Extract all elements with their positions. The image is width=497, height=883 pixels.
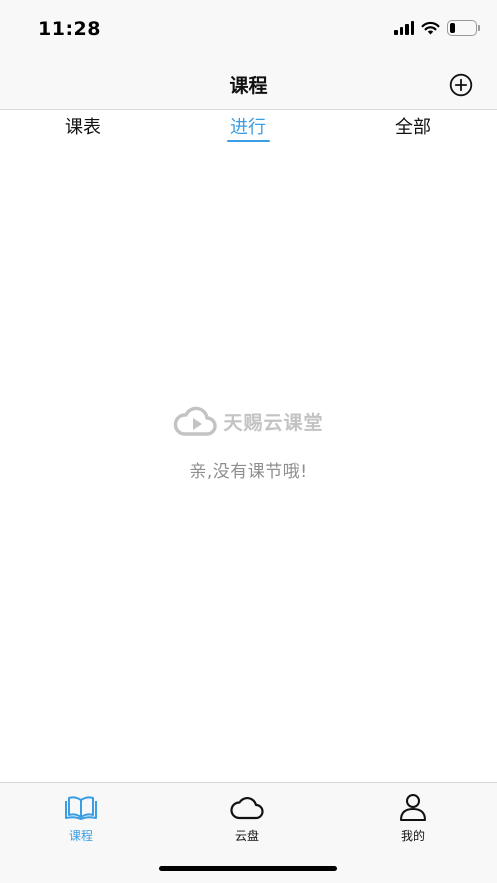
tab-bar-item-profile[interactable]: 我的 bbox=[363, 793, 463, 844]
empty-state: 天赐云课堂 亲,没有课节哦! bbox=[0, 405, 497, 482]
tab-bar-label-cloud-drive: 云盘 bbox=[234, 829, 259, 843]
tab-ongoing[interactable]: 进行 bbox=[188, 113, 308, 139]
page-title: 课程 bbox=[229, 75, 268, 97]
cloud-play-icon bbox=[174, 406, 218, 436]
plus-circle-icon bbox=[449, 73, 473, 97]
tab-bar-item-cloud-drive[interactable]: 云盘 bbox=[197, 793, 297, 844]
battery-level bbox=[450, 23, 456, 33]
battery-icon bbox=[447, 20, 480, 36]
tab-bar-label-courses: 课程 bbox=[68, 829, 93, 843]
cloud-icon bbox=[230, 796, 264, 820]
tab-bar-item-courses[interactable]: 课程 bbox=[31, 793, 131, 844]
app-logo: 天赐云课堂 bbox=[173, 405, 323, 437]
status-icons bbox=[394, 20, 480, 36]
book-icon bbox=[65, 796, 97, 820]
status-time: 11:28 bbox=[38, 18, 101, 40]
cellular-signal-icon bbox=[394, 21, 414, 35]
status-bar: 11:28 bbox=[0, 0, 497, 58]
course-filter-tabs: 课表 进行 全部 bbox=[0, 111, 497, 145]
wifi-icon bbox=[421, 21, 440, 35]
add-button[interactable] bbox=[449, 73, 473, 97]
logo-text: 天赐云课堂 bbox=[223, 411, 324, 434]
active-tab-indicator bbox=[227, 140, 270, 142]
empty-message: 亲,没有课节哦! bbox=[189, 462, 308, 482]
tab-all[interactable]: 全部 bbox=[353, 113, 473, 139]
tab-bar-label-profile: 我的 bbox=[400, 829, 425, 843]
home-indicator[interactable] bbox=[159, 866, 337, 871]
tab-schedule[interactable]: 课表 bbox=[23, 113, 143, 139]
person-icon bbox=[400, 794, 426, 821]
nav-bar: 课程 bbox=[0, 58, 497, 110]
